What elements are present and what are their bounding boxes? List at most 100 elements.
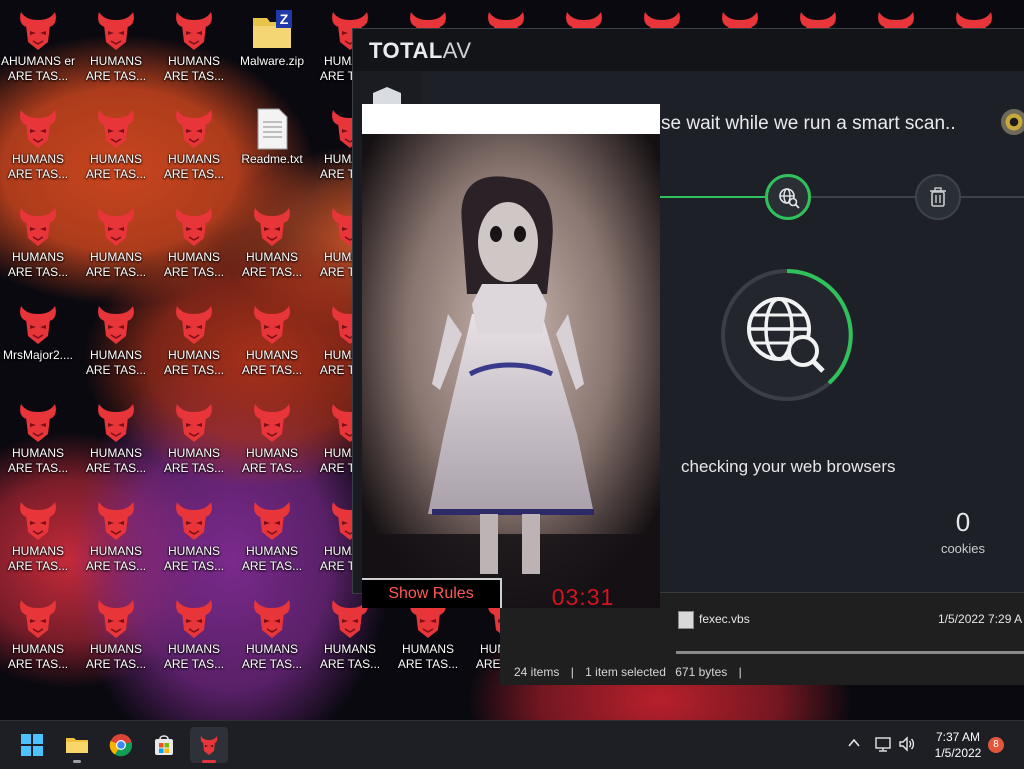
start-button[interactable] — [13, 727, 51, 763]
desktop-icon-label: HUMANSARE TAS... — [85, 446, 147, 475]
totalav-logo: TOTALAV — [369, 38, 472, 64]
desktop-icon[interactable]: HUMANSARE TAS... — [0, 398, 76, 488]
desktop-icon[interactable]: HUMANSARE TAS... — [78, 104, 154, 194]
demon-icon — [176, 502, 212, 540]
desktop-icon[interactable]: HUMANSARE TAS... — [78, 6, 154, 96]
horizontal-scrollbar[interactable] — [676, 651, 1024, 654]
running-indicator — [73, 760, 81, 763]
desktop-icon-label: HUMANSARE TAS... — [7, 152, 69, 181]
volume-icon[interactable] — [898, 735, 916, 753]
desktop-icon[interactable]: HUMANSARE TAS... — [156, 594, 232, 684]
chrome-icon — [109, 734, 133, 757]
cookies-count: 0 — [955, 507, 971, 537]
demon-icon — [15, 498, 61, 544]
totalav-titlebar[interactable]: TOTALAV l — [353, 29, 1024, 71]
desktop-icon[interactable]: HUMANSARE TAS... — [234, 398, 310, 488]
selection-info: 1 item selected — [585, 665, 666, 679]
scan-progress-ring — [717, 265, 857, 405]
avatar-icon[interactable] — [1001, 109, 1024, 135]
desktop-icon[interactable]: Z Malware.zip — [234, 6, 310, 96]
demon-icon — [20, 208, 56, 246]
running-indicator — [202, 760, 216, 763]
demon-icon — [254, 306, 290, 344]
demon-icon — [20, 306, 56, 344]
desktop-icon[interactable]: HUMANSARE TAS... — [156, 202, 232, 292]
desktop-icon-label: HUMANSARE TAS... — [85, 642, 147, 671]
chrome-taskbar-button[interactable] — [102, 727, 140, 763]
desktop-icon-label: HUMANSARE TAS... — [241, 446, 303, 475]
store-bag-icon — [155, 735, 173, 755]
desktop-icon[interactable]: HUMANSARE TAS... — [234, 202, 310, 292]
desktop-icon[interactable]: HUMANSARE TAS... — [78, 594, 154, 684]
desktop-icon[interactable]: Readme.txt — [234, 104, 310, 194]
demon-icon — [98, 306, 134, 344]
desktop-icon[interactable]: HUMANSARE TAS... — [78, 300, 154, 390]
desktop-icon[interactable]: AHUMANS er ARE TAS... — [0, 6, 76, 96]
desktop-icon[interactable]: HUMANSARE TAS... — [156, 104, 232, 194]
desktop-icon-label: HUMANSARE TAS... — [7, 642, 69, 671]
desktop-icon[interactable]: HUMANSARE TAS... — [156, 6, 232, 96]
prank-titlebar[interactable] — [362, 104, 660, 134]
desktop-icon[interactable]: HUMANSARE TAS... — [234, 594, 310, 684]
desktop-icon-label: HUMANSARE TAS... — [163, 544, 225, 573]
store-taskbar-button[interactable] — [145, 727, 183, 763]
clock-time: 7:37 AM — [935, 730, 981, 744]
demon-icon — [98, 502, 134, 540]
desktop-icon-label: HUMANSARE TAS... — [241, 348, 303, 377]
desktop-icon-label: HUMANSARE TAS... — [163, 250, 225, 279]
chevron-up-icon[interactable] — [846, 735, 862, 751]
demon-icon — [176, 404, 212, 442]
desktop-icon[interactable]: HUMANSARE TAS... — [0, 202, 76, 292]
prank-window[interactable]: Show Rules 03:31 — [362, 104, 660, 610]
demon-icon — [254, 600, 290, 638]
desktop-icon[interactable]: HUMANSARE TAS... — [78, 202, 154, 292]
desktop-icon-label: HUMANSARE TAS... — [241, 642, 303, 671]
desktop-icon-label: Readme.txt — [241, 152, 303, 166]
desktop-icon[interactable]: HUMANSARE TAS... — [0, 496, 76, 586]
step-web-scan — [765, 174, 811, 220]
logo-av-text: AV — [442, 38, 472, 63]
show-rules-button[interactable]: Show Rules — [362, 578, 502, 608]
desktop-icon-label: HUMANSARE TAS... — [85, 152, 147, 181]
desktop-icon-label: HUMANSARE TAS... — [163, 446, 225, 475]
desktop-icon[interactable]: HUMANSARE TAS... — [156, 496, 232, 586]
network-icon[interactable] — [874, 735, 892, 753]
selection-size: 671 bytes — [675, 665, 728, 679]
desktop-icon[interactable]: HUMANSARE TAS... — [78, 398, 154, 488]
desktop-icon-label: HUMANSARE TAS... — [241, 250, 303, 279]
demon-icon — [200, 736, 218, 755]
file-explorer-taskbar-button[interactable] — [58, 727, 96, 763]
text-file-icon — [249, 106, 295, 152]
file-name: fexec.vbs — [699, 612, 750, 626]
desktop-icon-label: HUMANSARE TAS... — [7, 544, 69, 573]
desktop-icon[interactable]: HUMANSARE TAS... — [78, 496, 154, 586]
desktop-icon-label: HUMANSARE TAS... — [163, 642, 225, 671]
demon-icon — [176, 600, 212, 638]
notification-badge[interactable]: 8 — [988, 737, 1004, 753]
text-file-icon — [257, 108, 288, 150]
system-clock[interactable]: 7:37 AM 1/5/2022 — [922, 729, 994, 761]
progress-line-pending-2 — [961, 196, 1024, 198]
demon-icon — [171, 302, 217, 348]
demon-app-taskbar-button[interactable] — [190, 727, 228, 763]
vbs-file-icon — [678, 611, 694, 629]
desktop-icon[interactable]: MrsMajor2.... — [0, 300, 76, 390]
file-row[interactable]: fexec.vbs 1/5/2022 7:29 A — [676, 609, 1024, 631]
desktop-icon-label: HUMANSARE TAS... — [85, 348, 147, 377]
desktop-icon-label: HUMANSARE TAS... — [163, 348, 225, 377]
desktop-icon-label: HUMANSARE TAS... — [241, 544, 303, 573]
demon-icon — [98, 404, 134, 442]
desktop-icon[interactable]: HUMANSARE TAS... — [0, 594, 76, 684]
demon-icon — [249, 302, 295, 348]
desktop-icon[interactable]: HUMANSARE TAS... — [0, 104, 76, 194]
desktop-icon[interactable]: HUMANSARE TAS... — [234, 300, 310, 390]
desktop-icon[interactable]: HUMANSARE TAS... — [156, 398, 232, 488]
demon-icon — [249, 400, 295, 446]
desktop-icon[interactable]: HUMANSARE TAS... — [156, 300, 232, 390]
desktop-icon[interactable]: HUMANSARE TAS... — [234, 496, 310, 586]
demon-icon — [176, 12, 212, 50]
demon-icon — [249, 204, 295, 250]
progress-line-pending — [811, 196, 915, 198]
scan-message: se wait while we run a smart scan.. — [661, 113, 956, 134]
demon-icon — [20, 502, 56, 540]
